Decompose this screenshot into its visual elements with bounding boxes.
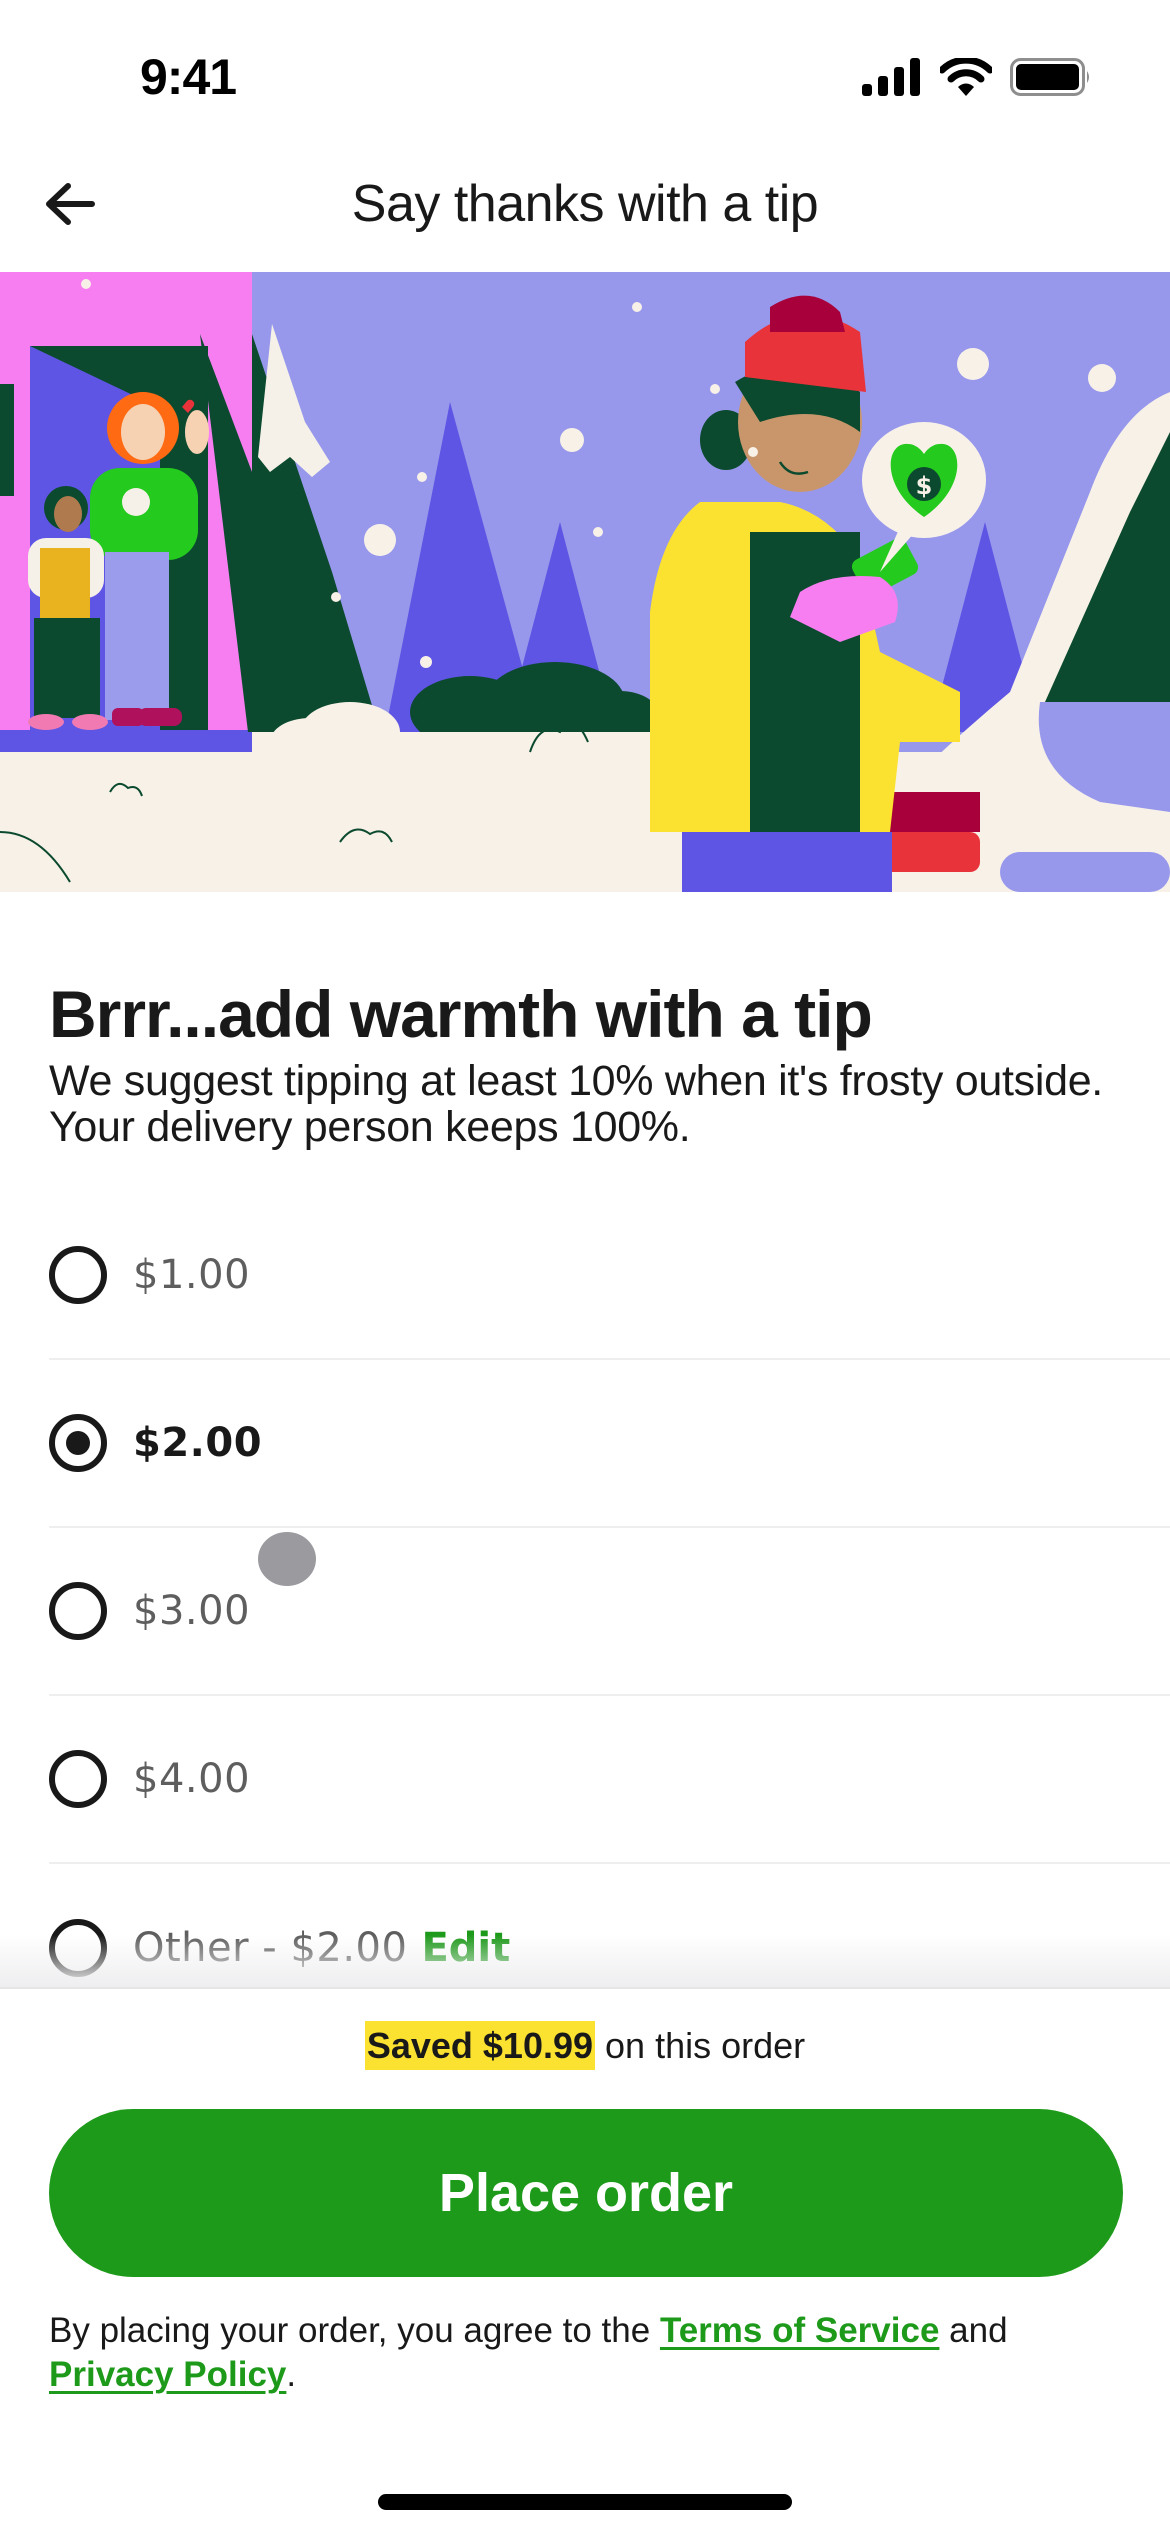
tip-option-4[interactable]: $4.00 (49, 1696, 1170, 1864)
tip-option-2[interactable]: $2.00 (49, 1360, 1170, 1528)
subtext: We suggest tipping at least 10% when it'… (49, 1057, 1103, 1151)
place-order-button[interactable]: Place order (49, 2109, 1123, 2277)
savings-amount: Saved $10.99 (364, 2021, 596, 2070)
scroll-fade (0, 1935, 1170, 1987)
savings-suffix: on this order (595, 2025, 806, 2066)
headline: Brrr...add warmth with a tip (49, 977, 873, 1051)
savings-message: Saved $10.99 on this order (0, 2021, 1170, 2070)
tip-intro: Brrr...add warmth with a tip We suggest … (49, 972, 1130, 1150)
tip-option-label: $3.00 (133, 1588, 251, 1634)
battery-icon (1010, 58, 1089, 96)
checkout-footer: Saved $10.99 on this order Place order B… (0, 1987, 1170, 2532)
legal-suffix: . (286, 2355, 297, 2394)
status-bar: 9:41 (0, 0, 1170, 150)
legal-prefix: By placing your order, you agree to the (49, 2311, 660, 2350)
legal-and: and (939, 2311, 1018, 2350)
home-indicator[interactable] (378, 2494, 792, 2510)
legal-disclaimer: By placing your order, you agree to the … (49, 2309, 1130, 2397)
page-title: Say thanks with a tip (351, 175, 819, 233)
radio-button-selected[interactable] (49, 1414, 107, 1472)
hero-illustration: $ (0, 272, 1170, 892)
radio-button[interactable] (49, 1750, 107, 1808)
tip-options-list: $1.00 $2.00 $3.00 $4.00 Other - $2.00 Ed… (49, 1192, 1170, 2032)
tip-option-label: $4.00 (133, 1756, 251, 1802)
cellular-signal-icon (862, 58, 920, 96)
terms-of-service-link[interactable]: Terms of Service (660, 2311, 940, 2350)
nav-bar: Say thanks with a tip (0, 150, 1170, 272)
touch-indicator (258, 1532, 316, 1586)
wifi-icon (940, 58, 992, 96)
privacy-policy-link[interactable]: Privacy Policy (49, 2355, 286, 2394)
radio-button[interactable] (49, 1582, 107, 1640)
winter-scene-illustration: $ (0, 272, 1170, 892)
tip-option-3[interactable]: $3.00 (49, 1528, 1170, 1696)
status-time: 9:41 (140, 49, 237, 105)
status-icons (862, 58, 1092, 96)
tip-option-1[interactable]: $1.00 (49, 1192, 1170, 1360)
radio-button[interactable] (49, 1246, 107, 1304)
tip-option-label: $1.00 (133, 1252, 251, 1298)
svg-text:$: $ (916, 472, 933, 500)
tip-option-label: $2.00 (133, 1420, 263, 1466)
